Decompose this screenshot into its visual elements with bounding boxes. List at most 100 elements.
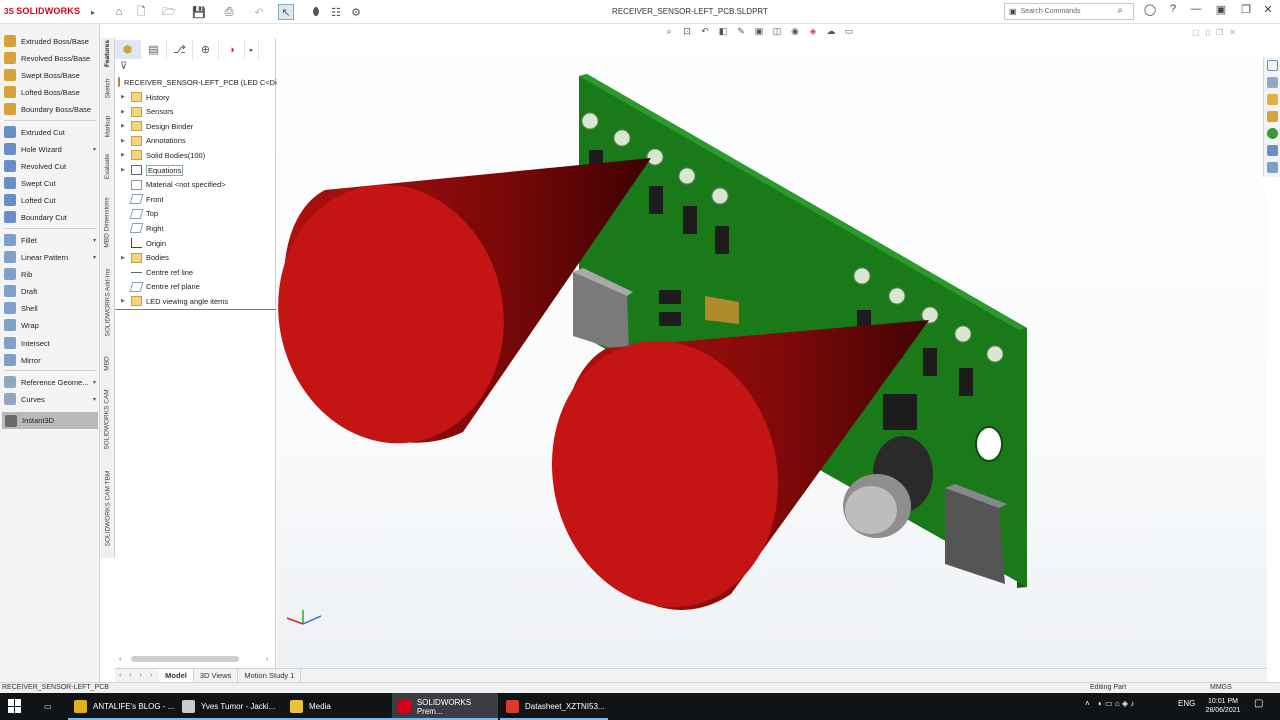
tree-item-material-not-specified[interactable]: Material <not specified> (115, 178, 276, 192)
tree-item-front[interactable]: Front (115, 192, 276, 206)
menu-expand-icon[interactable]: ▸ (88, 4, 98, 20)
zoom-to-fit-icon[interactable]: ⌕ (661, 26, 677, 40)
tree-item-led-viewing-angle-items[interactable]: ▶ LED viewing angle items (115, 294, 276, 308)
windows-start-icon[interactable] (8, 699, 22, 713)
save-icon[interactable]: 💾 (190, 4, 208, 20)
scroll-thumb[interactable] (131, 656, 239, 662)
scroll-left-icon[interactable]: ‹ (119, 656, 121, 663)
expand-arrow-icon[interactable]: ▶ (121, 138, 129, 144)
tree-root-part[interactable]: RECEIVER_SENSOR-LEFT_PCB (LED C<Di (115, 75, 277, 89)
instant3d-button[interactable]: Instant3D (2, 412, 98, 429)
expand-arrow-icon[interactable]: ▶ (121, 123, 129, 129)
expand-arrow-icon[interactable]: ▶ (121, 298, 129, 304)
search-dropdown-icon[interactable]: ▣ (1009, 7, 1017, 16)
status-units[interactable]: MMGS (1210, 684, 1232, 691)
dynamic-annotation-icon[interactable]: ✎ (733, 26, 749, 40)
home-icon[interactable]: ⌂ (110, 4, 128, 20)
taskbar-app-yves-tumor-jacki[interactable]: Yves Tumor - Jacki... (176, 693, 284, 720)
cmd-fillet[interactable]: Fillet ▾ (4, 232, 98, 248)
cmd-wrap[interactable]: Wrap (4, 317, 98, 333)
rollback-bar[interactable] (115, 309, 276, 310)
previous-view-icon[interactable]: ↶ (697, 26, 713, 40)
dropdown-arrow-icon[interactable]: ▾ (93, 146, 96, 153)
display-manager-tab-icon[interactable]: ◑ (219, 40, 245, 59)
solidworks-logo[interactable]: 3S SOLIDWORKS (4, 6, 80, 16)
tab-sketch[interactable]: Sketch (101, 72, 114, 104)
expand-arrow-icon[interactable]: ▶ (121, 255, 129, 261)
undo-icon[interactable]: ↶ (250, 4, 268, 20)
task-view-icon[interactable]: ▭ (38, 693, 60, 720)
appearances-icon[interactable] (1267, 128, 1278, 139)
cmd-extruded-cut[interactable]: Extruded Cut (4, 124, 98, 140)
tree-item-centre-ref-line[interactable]: Centre ref line (115, 265, 276, 279)
cmd-revolved-boss-base[interactable]: Revolved Boss/Base (4, 50, 98, 66)
property-manager-tab-icon[interactable]: ▤ (141, 40, 167, 59)
search-commands-input[interactable]: ▣ Search Commands ⌕ (1004, 3, 1134, 20)
print-icon[interactable]: ⎙ (220, 4, 238, 20)
tree-item-bodies[interactable]: ▶ Bodies (115, 251, 276, 265)
edit-appearance-icon[interactable]: ◈ (805, 26, 821, 40)
tray-overflow-icon[interactable]: ˄ (1085, 699, 1090, 708)
minimize-icon[interactable]: — (1188, 3, 1204, 19)
tab-3d-views[interactable]: 3D Views (194, 669, 239, 682)
scroll-right-icon[interactable]: › (266, 656, 268, 663)
tree-item-design-binder[interactable]: ▶ Design Binder (115, 119, 276, 133)
viewport-restore-icon[interactable]: ❐ (1216, 28, 1223, 37)
tree-item-centre-ref-plane[interactable]: Centre ref plane (115, 280, 276, 294)
more-tabs-icon[interactable]: ▸ (245, 40, 259, 59)
filter-icon[interactable]: ⊽ (120, 61, 127, 72)
solidworks-resources-icon[interactable] (1267, 60, 1278, 71)
close-icon[interactable]: ✕ (1260, 3, 1276, 19)
cmd-rib[interactable]: Rib (4, 266, 98, 282)
pcb-3d-model[interactable] (277, 24, 1267, 668)
tab-model[interactable]: Model (159, 669, 194, 682)
tab-mbd-dimensions[interactable]: MBD Dimensions (101, 188, 114, 256)
cmd-curves[interactable]: Curves ▾ (4, 391, 98, 407)
taskbar-app-solidworks-prem[interactable]: SOLIDWORKS Prem... (392, 693, 498, 720)
tree-item-history[interactable]: ▶ History (115, 90, 276, 104)
traffic-light-icon[interactable]: ⬮ (308, 4, 324, 20)
view-settings-icon[interactable]: ▭ (841, 26, 857, 40)
notifications-icon[interactable]: ▢ (1254, 698, 1263, 709)
tree-item-annotations[interactable]: ▶ Annotations (115, 134, 276, 148)
language-indicator[interactable]: ENG (1178, 699, 1195, 708)
expand-arrow-icon[interactable]: ▶ (121, 167, 129, 173)
expand-arrow-icon[interactable]: ▶ (121, 109, 129, 115)
tab-solidworks-add-ins[interactable]: SOLIDWORKS Add-Ins (101, 260, 114, 344)
dropdown-arrow-icon[interactable]: ▾ (93, 379, 96, 386)
tab-scroll-arrows-icon[interactable]: ‹ ‹ › › (115, 672, 159, 679)
cmd-lofted-boss-base[interactable]: Lofted Boss/Base (4, 84, 98, 100)
tab-solidworks-cam-tbm[interactable]: SOLIDWORKS CAM TBM (101, 460, 114, 556)
dropdown-arrow-icon[interactable]: ▾ (93, 396, 96, 403)
new-document-icon[interactable]: 🗋 (132, 4, 150, 20)
cmd-linear-pattern[interactable]: Linear Pattern ▾ (4, 249, 98, 265)
taskbar-app-media[interactable]: Media (284, 693, 392, 720)
hide-show-items-icon[interactable]: ◉ (787, 26, 803, 40)
tree-item-solid-bodies-100[interactable]: ▶ Solid Bodies(100) (115, 148, 276, 162)
cmd-swept-cut[interactable]: Swept Cut (4, 175, 98, 191)
cmd-draft[interactable]: Draft (4, 283, 98, 299)
configuration-manager-tab-icon[interactable]: ⎇ (167, 40, 193, 59)
tab-mbd[interactable]: MBD (101, 348, 114, 378)
dropdown-arrow-icon[interactable]: ▾ (93, 254, 96, 261)
system-clock[interactable]: 10:01 PM 28/06/2021 (1198, 697, 1248, 715)
cmd-hole-wizard[interactable]: Hole Wizard ▾ (4, 141, 98, 157)
file-explorer-icon[interactable] (1267, 94, 1278, 105)
taskbar-app-datasheet-xztni53[interactable]: Datasheet_XZTNI53... (500, 693, 608, 720)
tab-features[interactable]: Features (101, 38, 114, 68)
cmd-intersect[interactable]: Intersect (4, 335, 98, 351)
cmd-shell[interactable]: Shell (4, 300, 98, 316)
search-icon[interactable]: ⌕ (1117, 5, 1123, 16)
dimxpert-tab-icon[interactable]: ⊕ (193, 40, 219, 59)
tab-solidworks-cam[interactable]: SOLIDWORKS CAM (101, 382, 114, 456)
open-folder-icon[interactable]: 🗁 (160, 4, 178, 20)
options-gear-icon[interactable]: ⚙ (348, 4, 364, 20)
section-view-icon[interactable]: ◧ (715, 26, 731, 40)
tab-evaluate[interactable]: Evaluate (101, 148, 114, 184)
cmd-lofted-cut[interactable]: Lofted Cut (4, 192, 98, 208)
tree-item-origin[interactable]: Origin (115, 236, 276, 250)
maximize-icon[interactable]: ❐ (1238, 3, 1254, 19)
display-style-icon[interactable]: ◫ (769, 26, 785, 40)
expand-arrow-icon[interactable]: ▶ (121, 152, 129, 158)
help-icon[interactable]: ? (1165, 3, 1181, 19)
